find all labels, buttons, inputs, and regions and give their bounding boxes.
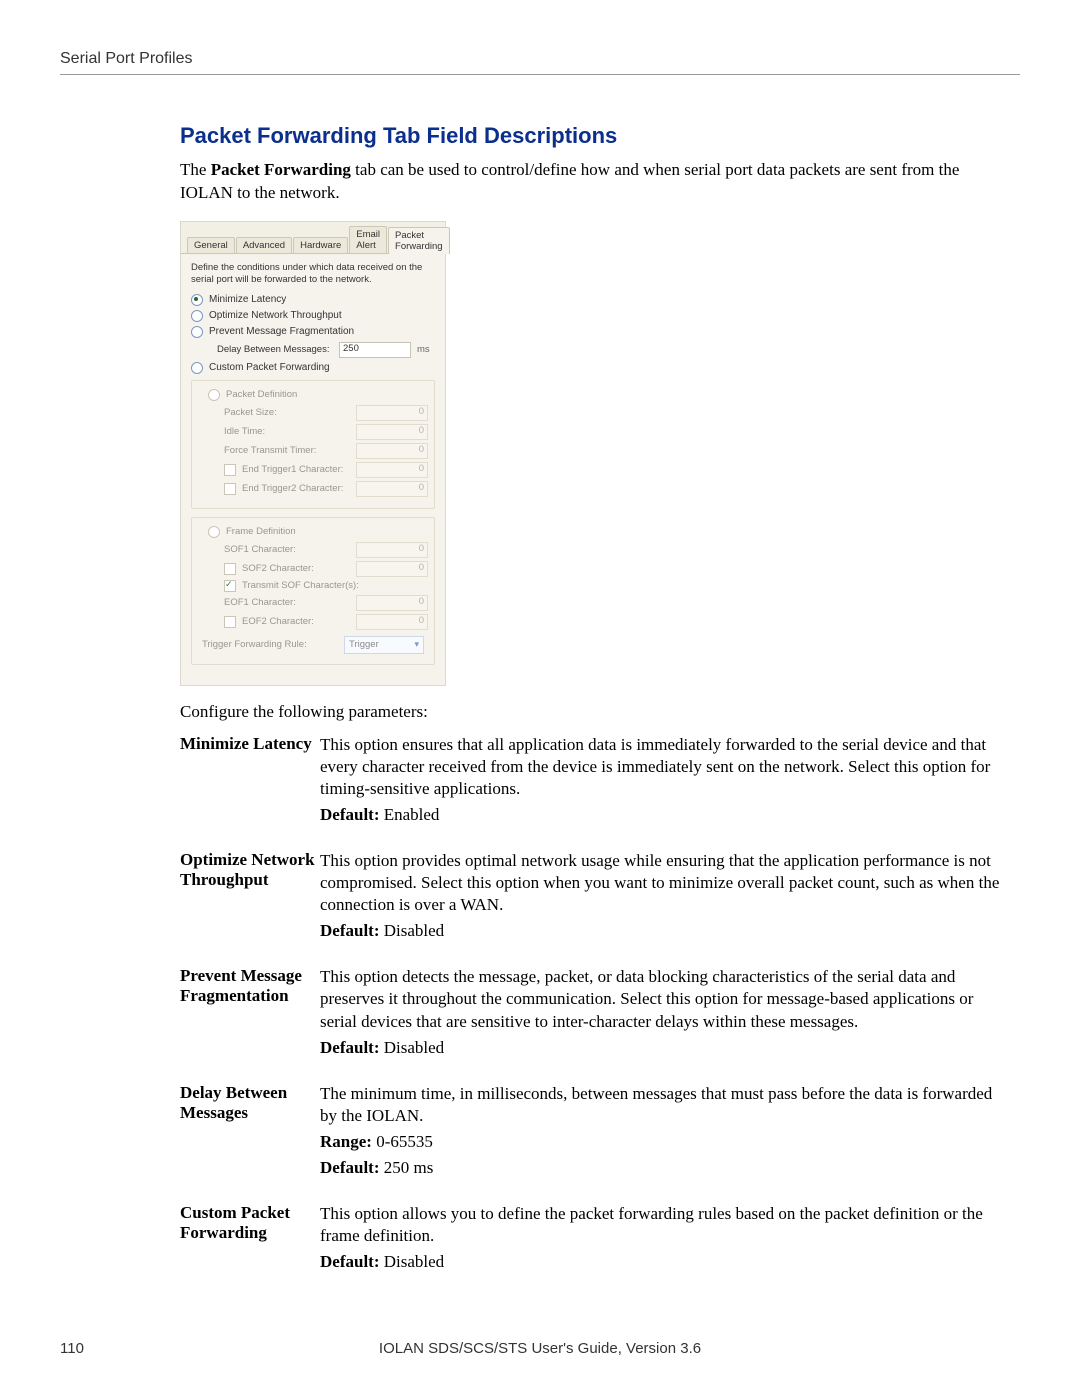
tab-hardware[interactable]: Hardware <box>293 237 348 253</box>
radio-dot-icon <box>191 326 203 338</box>
dialog-tabstrip: General Advanced Hardware Email Alert Pa… <box>181 222 445 254</box>
packet-size-input[interactable]: 0 <box>356 405 428 421</box>
section-title: Packet Forwarding Tab Field Descriptions <box>180 123 1010 149</box>
delay-between-label: Delay Between Messages: <box>217 344 333 355</box>
force-transmit-label: Force Transmit Timer: <box>224 445 350 456</box>
radio-label: Custom Packet Forwarding <box>209 362 330 373</box>
intro-paragraph: The Packet Forwarding tab can be used to… <box>180 159 1010 205</box>
page-footer: 110 IOLAN SDS/SCS/STS User's Guide, Vers… <box>60 1340 1020 1357</box>
parameter-description: The minimum time, in milliseconds, betwe… <box>320 1083 1010 1183</box>
eof2-label: EOF2 Character: <box>242 616 350 627</box>
end-trigger1-label: End Trigger1 Character: <box>242 464 350 475</box>
radio-label: Frame Definition <box>226 526 296 537</box>
radio-label: Optimize Network Throughput <box>209 310 342 321</box>
parameter-description: This option provides optimal network usa… <box>320 850 1010 946</box>
end-trigger2-label: End Trigger2 Character: <box>242 483 350 494</box>
eof1-input[interactable]: 0 <box>356 595 428 611</box>
parameter-row: Optimize Network ThroughputThis option p… <box>180 850 1010 946</box>
eof2-input[interactable]: 0 <box>356 614 428 630</box>
radio-packet-definition[interactable]: Packet Definition <box>208 389 428 401</box>
sof1-input[interactable]: 0 <box>356 542 428 558</box>
idle-time-label: Idle Time: <box>224 426 350 437</box>
delay-between-input[interactable]: 250 <box>339 342 411 358</box>
sof2-input[interactable]: 0 <box>356 561 428 577</box>
checkbox-icon[interactable] <box>224 616 236 628</box>
sof2-label: SOF2 Character: <box>242 563 350 574</box>
trigger-rule-select[interactable]: Trigger ▾ <box>344 636 424 654</box>
parameter-description: This option allows you to define the pac… <box>320 1203 1010 1277</box>
parameter-row: Prevent Message FragmentationThis option… <box>180 966 1010 1062</box>
intro-pre: The <box>180 160 211 179</box>
checkbox-icon[interactable] <box>224 464 236 476</box>
end-trigger1-input[interactable]: 0 <box>356 462 428 478</box>
parameter-name: Delay Between Messages <box>180 1083 320 1123</box>
packet-forwarding-dialog: General Advanced Hardware Email Alert Pa… <box>180 221 446 686</box>
transmit-sof-label: Transmit SOF Character(s): <box>242 580 428 591</box>
dialog-instruction: Define the conditions under which data r… <box>191 262 435 286</box>
parameter-row: Delay Between MessagesThe minimum time, … <box>180 1083 1010 1183</box>
group-frame-definition: Frame Definition SOF1 Character: 0 SOF2 … <box>191 517 435 665</box>
radio-custom-forwarding[interactable]: Custom Packet Forwarding <box>191 362 435 374</box>
radio-dot-icon <box>208 526 220 538</box>
checkbox-checked-icon[interactable] <box>224 580 236 592</box>
checkbox-icon[interactable] <box>224 483 236 495</box>
radio-dot-icon <box>208 389 220 401</box>
footer-guide-title: IOLAN SDS/SCS/STS User's Guide, Version … <box>180 1340 900 1357</box>
packet-size-label: Packet Size: <box>224 407 350 418</box>
sof1-label: SOF1 Character: <box>224 544 350 555</box>
tab-packet-forwarding[interactable]: Packet Forwarding <box>388 227 450 254</box>
tab-email-alert[interactable]: Email Alert <box>349 226 387 253</box>
parameter-table: Minimize LatencyThis option ensures that… <box>180 734 1010 1278</box>
radio-frame-definition[interactable]: Frame Definition <box>208 526 428 538</box>
parameter-row: Custom Packet ForwardingThis option allo… <box>180 1203 1010 1277</box>
radio-label: Prevent Message Fragmentation <box>209 326 354 337</box>
chevron-down-icon: ▾ <box>414 639 419 650</box>
end-trigger2-input[interactable]: 0 <box>356 481 428 497</box>
header-rule <box>60 74 1020 75</box>
group-packet-definition: Packet Definition Packet Size: 0 Idle Ti… <box>191 380 435 509</box>
parameter-description: This option detects the message, packet,… <box>320 966 1010 1062</box>
radio-dot-icon <box>191 310 203 322</box>
eof1-label: EOF1 Character: <box>224 597 350 608</box>
idle-time-input[interactable]: 0 <box>356 424 428 440</box>
parameter-description: This option ensures that all application… <box>320 734 1010 830</box>
delay-between-unit: ms <box>417 344 435 355</box>
page-number: 110 <box>60 1340 180 1357</box>
radio-label: Minimize Latency <box>209 294 286 305</box>
parameter-name: Optimize Network Throughput <box>180 850 320 890</box>
intro-bold: Packet Forwarding <box>211 160 351 179</box>
radio-dot-icon <box>191 294 203 306</box>
parameter-row: Minimize LatencyThis option ensures that… <box>180 734 1010 830</box>
radio-optimize-throughput[interactable]: Optimize Network Throughput <box>191 310 435 322</box>
running-head: Serial Port Profiles <box>60 50 1020 68</box>
radio-label: Packet Definition <box>226 389 297 400</box>
radio-prevent-fragmentation[interactable]: Prevent Message Fragmentation <box>191 326 435 338</box>
force-transmit-input[interactable]: 0 <box>356 443 428 459</box>
radio-minimize-latency[interactable]: Minimize Latency <box>191 294 435 306</box>
tab-advanced[interactable]: Advanced <box>236 237 292 253</box>
trigger-rule-value: Trigger <box>349 639 379 650</box>
trigger-rule-label: Trigger Forwarding Rule: <box>202 639 307 650</box>
parameter-name: Prevent Message Fragmentation <box>180 966 320 1006</box>
configure-line: Configure the following parameters: <box>180 702 1010 722</box>
tab-general[interactable]: General <box>187 237 235 253</box>
checkbox-icon[interactable] <box>224 563 236 575</box>
parameter-name: Custom Packet Forwarding <box>180 1203 320 1243</box>
parameter-name: Minimize Latency <box>180 734 320 754</box>
radio-dot-icon <box>191 362 203 374</box>
